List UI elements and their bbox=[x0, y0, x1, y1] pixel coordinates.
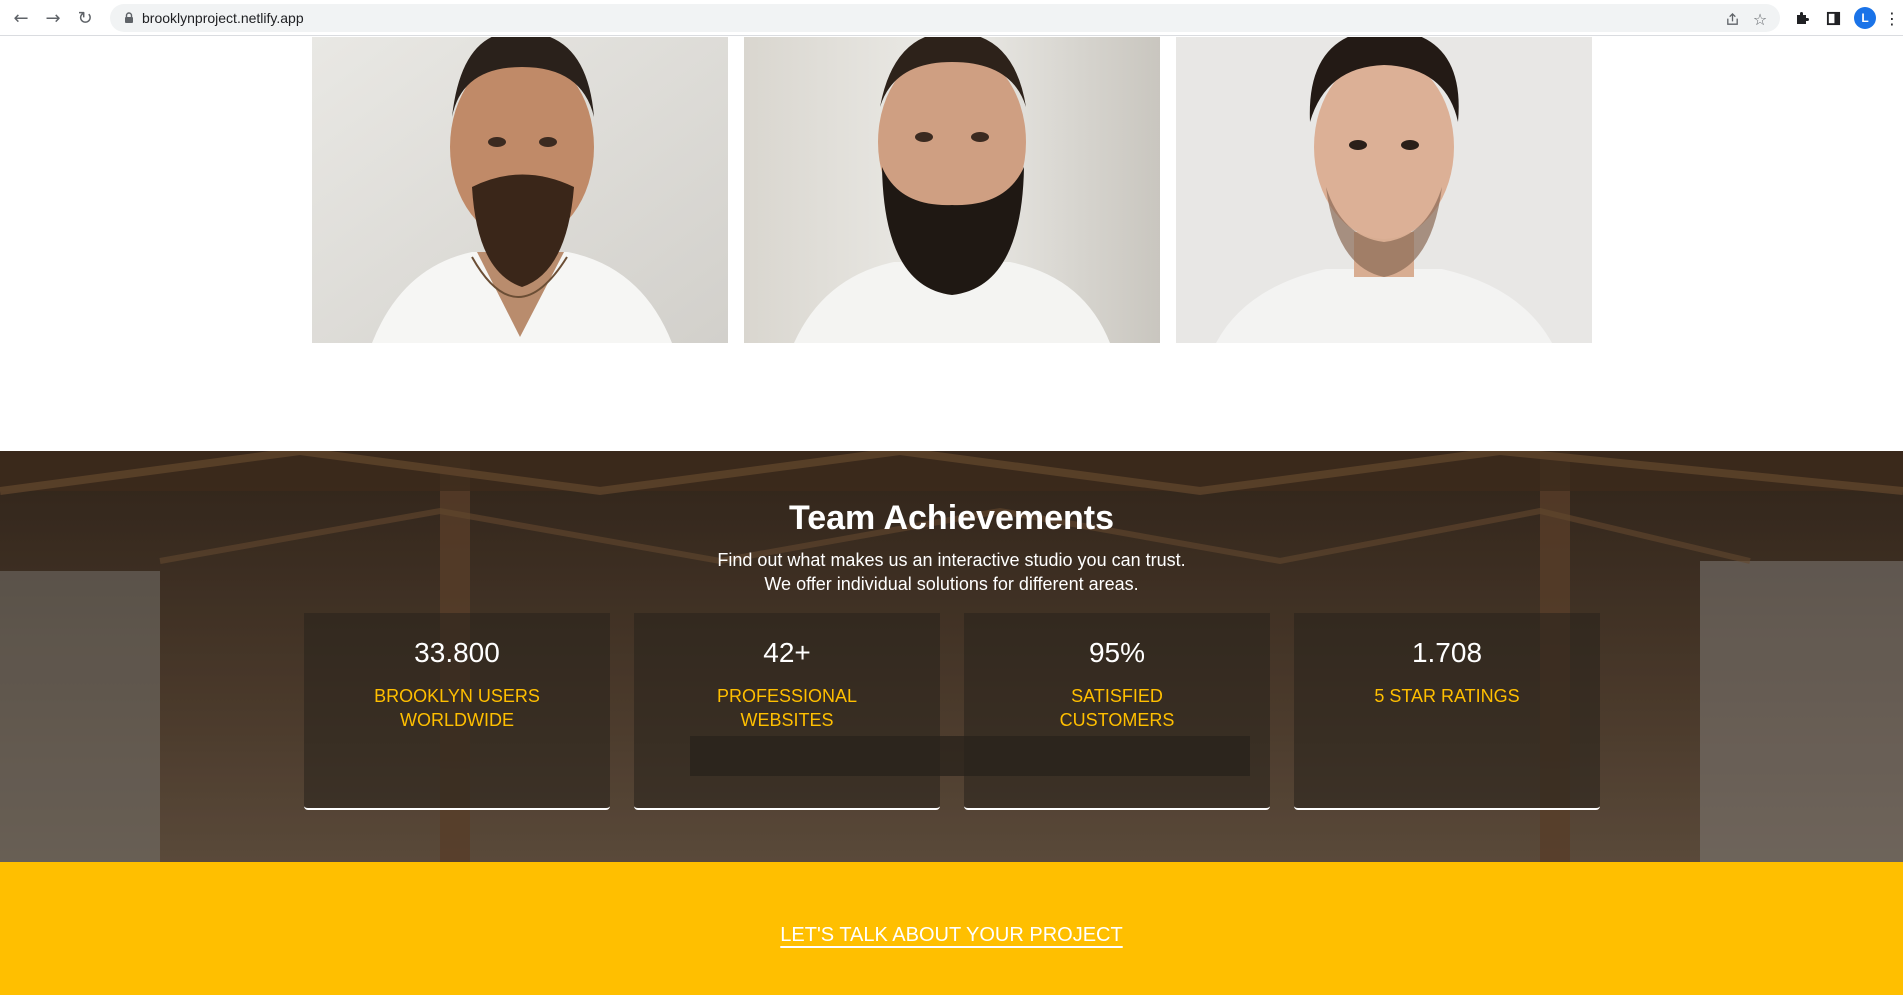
address-bar[interactable]: brooklynproject.netlify.app ☆ bbox=[110, 4, 1780, 32]
achievements-subtitle-line1: Find out what makes us an interactive st… bbox=[717, 550, 1186, 570]
stat-label-line1: PROFESSIONAL bbox=[716, 686, 858, 706]
stat-label-line2: WEBSITES bbox=[740, 710, 834, 730]
stat-value: 95% bbox=[1088, 637, 1146, 668]
stat-card-ratings: 1.708 5 STAR RATINGS bbox=[1294, 613, 1600, 810]
stat-label-line1: SATISFIED bbox=[1071, 686, 1163, 706]
stat-card-users: 33.800 BROOKLYN USERS WORLDWIDE bbox=[304, 613, 610, 810]
talk-about-project-link[interactable]: LET'S TALK ABOUT YOUR PROJECT bbox=[780, 924, 1122, 946]
achievements-subtitle-line2: We offer individual solutions for differ… bbox=[764, 574, 1139, 594]
stat-card-websites: 42+ PROFESSIONAL WEBSITES bbox=[634, 613, 940, 810]
stat-label-line1: BROOKLYN USERS bbox=[374, 686, 540, 706]
cta-banner: LET'S TALK ABOUT YOUR PROJECT bbox=[0, 862, 1903, 995]
side-panel-icon[interactable] bbox=[1821, 6, 1845, 30]
share-icon[interactable] bbox=[1722, 9, 1742, 29]
stat-value: 1.708 bbox=[1411, 637, 1483, 668]
stat-value: 33.800 bbox=[414, 637, 500, 668]
arrow-left-icon[interactable]: ← bbox=[9, 6, 33, 30]
portrait-man-moustache-photo bbox=[312, 37, 728, 343]
browser-toolbar: ← → ↻ brooklynproject.netlify.app ☆ L ⋮ bbox=[0, 0, 1903, 36]
portrait-man-full-beard-photo bbox=[744, 37, 1160, 343]
stat-label-line1: 5 STAR RATINGS bbox=[1374, 686, 1520, 706]
team-portraits bbox=[0, 37, 1903, 343]
stat-value: 42+ bbox=[763, 637, 811, 668]
arrow-right-icon[interactable]: → bbox=[41, 6, 65, 30]
url-text[interactable]: brooklynproject.netlify.app bbox=[142, 10, 304, 26]
star-icon[interactable]: ☆ bbox=[1750, 9, 1770, 29]
achievements-title: Team Achievements bbox=[788, 499, 1115, 537]
reload-icon[interactable]: ↻ bbox=[73, 6, 97, 30]
puzzle-icon[interactable] bbox=[1790, 6, 1814, 30]
profile-avatar[interactable]: L bbox=[1854, 7, 1876, 29]
stat-label-line2: CUSTOMERS bbox=[1059, 710, 1175, 730]
portrait-man-stubble-photo bbox=[1176, 37, 1592, 343]
achievements-section: Team Achievements Find out what makes us… bbox=[0, 451, 1903, 862]
kebab-menu-icon[interactable]: ⋮ bbox=[1884, 6, 1900, 30]
stat-label-line2: WORLDWIDE bbox=[400, 710, 514, 730]
lock-icon[interactable] bbox=[122, 11, 136, 25]
stat-card-customers: 95% SATISFIED CUSTOMERS bbox=[964, 613, 1270, 810]
